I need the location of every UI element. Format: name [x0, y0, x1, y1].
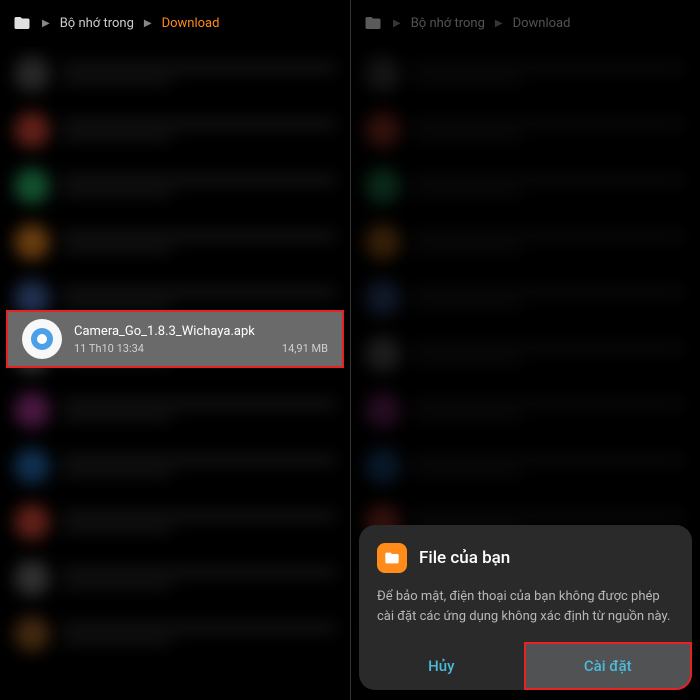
chevron-icon: ▶ [42, 18, 50, 29]
dialog-actions: Hủy Cài đặt [359, 642, 692, 690]
breadcrumb-root[interactable]: Bộ nhớ trong [60, 16, 134, 31]
cancel-button[interactable]: Hủy [359, 642, 524, 690]
chevron-icon: ▶ [393, 18, 401, 29]
file-row-selected[interactable]: Camera_Go_1.8.3_Wichaya.apk 11 Th10 13:3… [6, 310, 344, 368]
home-icon [363, 13, 383, 33]
breadcrumb-current[interactable]: Download [162, 16, 220, 31]
home-icon[interactable] [12, 13, 32, 33]
blurred-file-list [0, 46, 350, 700]
screen-file-list: ▶ Bộ nhớ trong ▶ Download Camera_Go_1.8.… [0, 0, 350, 700]
file-date: 11 Th10 13:34 [74, 342, 144, 355]
chevron-icon: ▶ [144, 18, 152, 29]
file-size: 14,91 MB [282, 342, 328, 355]
install-button[interactable]: Cài đặt [524, 642, 693, 690]
file-name: Camera_Go_1.8.3_Wichaya.apk [74, 324, 328, 339]
breadcrumb-root: Bộ nhớ trong [411, 16, 485, 31]
breadcrumb-bar-dim: ▶ Bộ nhớ trong ▶ Download [351, 0, 700, 46]
breadcrumb-bar: ▶ Bộ nhớ trong ▶ Download [0, 0, 350, 46]
dialog-body: Để bảo mật, điện thoại của bạn không đượ… [377, 587, 674, 626]
chevron-icon: ▶ [495, 18, 503, 29]
file-meta: Camera_Go_1.8.3_Wichaya.apk 11 Th10 13:3… [74, 324, 328, 355]
files-app-icon [377, 543, 407, 573]
dialog-title: File của bạn [419, 548, 510, 568]
screen-install-dialog: ▶ Bộ nhớ trong ▶ Download File của bạn Đ… [350, 0, 700, 700]
install-permission-dialog: File của bạn Để bảo mật, điện thoại của … [359, 525, 692, 690]
breadcrumb-current: Download [513, 16, 571, 31]
apk-camera-icon [22, 319, 62, 359]
